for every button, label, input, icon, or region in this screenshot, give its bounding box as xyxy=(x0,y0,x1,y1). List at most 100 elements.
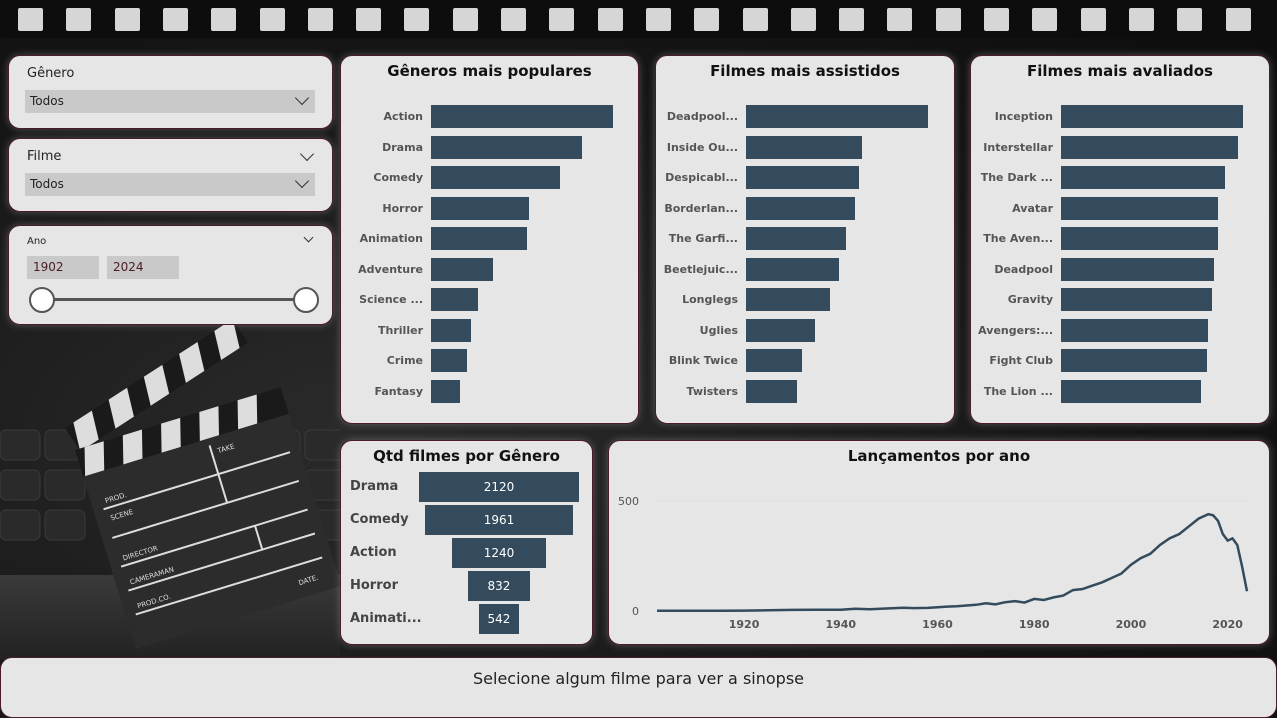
bar-category-label: Comedy xyxy=(373,171,423,184)
funnel-bar[interactable]: 1240 xyxy=(452,538,546,568)
bar-category-label: Inside Ou... xyxy=(666,140,738,154)
film-hole xyxy=(211,8,237,31)
bar-category-label: The Dark ... xyxy=(980,171,1053,184)
bar[interactable] xyxy=(1061,166,1225,189)
genero-dropdown[interactable]: Todos xyxy=(25,90,315,113)
bar[interactable] xyxy=(746,105,928,128)
chevron-down-icon[interactable] xyxy=(299,146,315,162)
film-hole xyxy=(404,8,430,31)
chart-title: Filmes mais avaliados xyxy=(1027,62,1213,80)
bar[interactable] xyxy=(1061,196,1218,220)
funnel-value-label: 2120 xyxy=(483,480,515,494)
bar-category-label: Beetlejuic... xyxy=(663,262,738,276)
funnel-category-label: Drama xyxy=(350,479,399,494)
film-hole xyxy=(597,8,623,31)
bar[interactable] xyxy=(431,227,528,250)
x-tick-label: 1940 xyxy=(825,618,856,631)
funnel-category-label: Animati... xyxy=(350,611,422,626)
bar-category-label: Interstellar xyxy=(983,140,1053,154)
film-hole xyxy=(1128,8,1154,31)
bar[interactable] xyxy=(746,196,856,220)
x-tick-label: 2000 xyxy=(1116,618,1147,631)
bar[interactable] xyxy=(746,318,816,342)
line-chart-plot: 0 500 1920 1940 1960 1980 2000 2020 xyxy=(618,495,1249,631)
chevron-down-icon[interactable] xyxy=(303,232,314,243)
bar-category-label: The Garfi... xyxy=(668,232,738,245)
bar[interactable] xyxy=(1061,135,1238,159)
film-hole xyxy=(162,8,188,31)
bar-category-label: Gravity xyxy=(1007,293,1053,306)
funnel-value-label: 832 xyxy=(487,579,511,593)
ano-slider-track[interactable] xyxy=(41,298,305,301)
lancamentos-por-ano-chart: Lançamentos por ano 0 500 1920 1940 1960 1980… xyxy=(608,440,1270,645)
funnel-value-label: 1240 xyxy=(483,546,515,560)
bar-category-label: Thriller xyxy=(378,323,423,337)
chart-title: Gêneros mais populares xyxy=(387,62,592,80)
bar-category-label: Action xyxy=(383,110,423,123)
film-hole xyxy=(66,8,92,31)
bar[interactable] xyxy=(1061,105,1243,128)
bar[interactable] xyxy=(431,288,479,311)
filmes-assistidos-chart: Filmes mais assistidos Deadpool... Inside… xyxy=(655,55,955,424)
filme-dropdown[interactable]: Todos xyxy=(25,173,315,196)
bar[interactable] xyxy=(1061,379,1202,403)
bar-category-label: Science ... xyxy=(359,293,423,306)
bar-category-label: Uglies xyxy=(699,323,738,337)
bar[interactable] xyxy=(431,379,461,403)
bar[interactable] xyxy=(746,349,803,372)
bar-category-label: Adventure xyxy=(358,262,423,276)
ano-start-input[interactable]: 1902 xyxy=(27,256,99,279)
bar[interactable] xyxy=(1061,349,1207,372)
bar-category-label: Horror xyxy=(382,201,423,215)
bar[interactable] xyxy=(1061,257,1214,281)
funnel-bar[interactable]: 832 xyxy=(467,571,531,601)
bar[interactable] xyxy=(431,349,468,372)
bar[interactable] xyxy=(431,257,493,281)
film-hole xyxy=(114,8,140,31)
funnel-value-label: 542 xyxy=(487,612,511,626)
y-tick-label: 500 xyxy=(618,495,639,508)
bar[interactable] xyxy=(431,196,530,220)
bar[interactable] xyxy=(746,379,797,403)
ano-end-value: 2024 xyxy=(113,260,144,274)
ano-end-input[interactable]: 2024 xyxy=(107,256,179,279)
bar-category-label: The Aven... xyxy=(983,232,1053,245)
bar-category-label: Fight Club xyxy=(989,354,1053,367)
funnel-bar[interactable]: 542 xyxy=(478,604,520,634)
bar-category-label: Despicabl... xyxy=(665,171,738,184)
genero-value: Todos xyxy=(30,94,64,108)
funnel-bar[interactable]: 1961 xyxy=(425,505,573,535)
bar[interactable] xyxy=(746,288,830,311)
film-hole xyxy=(790,8,816,31)
film-hole xyxy=(935,8,961,31)
film-hole xyxy=(984,8,1009,31)
ano-start-value: 1902 xyxy=(33,260,64,274)
x-tick-label: 2020 xyxy=(1212,618,1243,631)
bar[interactable] xyxy=(1061,288,1213,311)
bar[interactable] xyxy=(1061,318,1209,342)
chart-title: Filmes mais assistidos xyxy=(710,62,900,80)
bar[interactable] xyxy=(746,166,859,189)
bar[interactable] xyxy=(431,135,583,159)
bar[interactable] xyxy=(746,227,847,250)
genero-label: Gênero xyxy=(27,66,75,81)
bar[interactable] xyxy=(746,135,863,159)
chart-title: Qtd filmes por Gênero xyxy=(373,447,560,465)
film-hole xyxy=(742,8,768,31)
film-hole xyxy=(1032,8,1058,31)
ano-slider-end-handle[interactable] xyxy=(293,287,319,313)
ano-slider-start-handle[interactable] xyxy=(29,287,55,313)
bar[interactable] xyxy=(431,318,472,342)
y-tick-label: 0 xyxy=(632,605,639,618)
bar[interactable] xyxy=(431,105,613,128)
bar[interactable] xyxy=(746,257,839,281)
filme-slicer: Filme Todos xyxy=(8,138,333,212)
film-hole xyxy=(356,8,382,31)
film-hole xyxy=(839,8,865,31)
series-line[interactable] xyxy=(657,512,1249,613)
generos-populares-chart: Gêneros mais populares Action Drama Comedy… xyxy=(340,55,639,424)
film-hole xyxy=(549,8,575,31)
bar[interactable] xyxy=(1061,227,1218,250)
bar[interactable] xyxy=(431,166,561,189)
funnel-bar[interactable]: 2120 xyxy=(419,472,579,502)
